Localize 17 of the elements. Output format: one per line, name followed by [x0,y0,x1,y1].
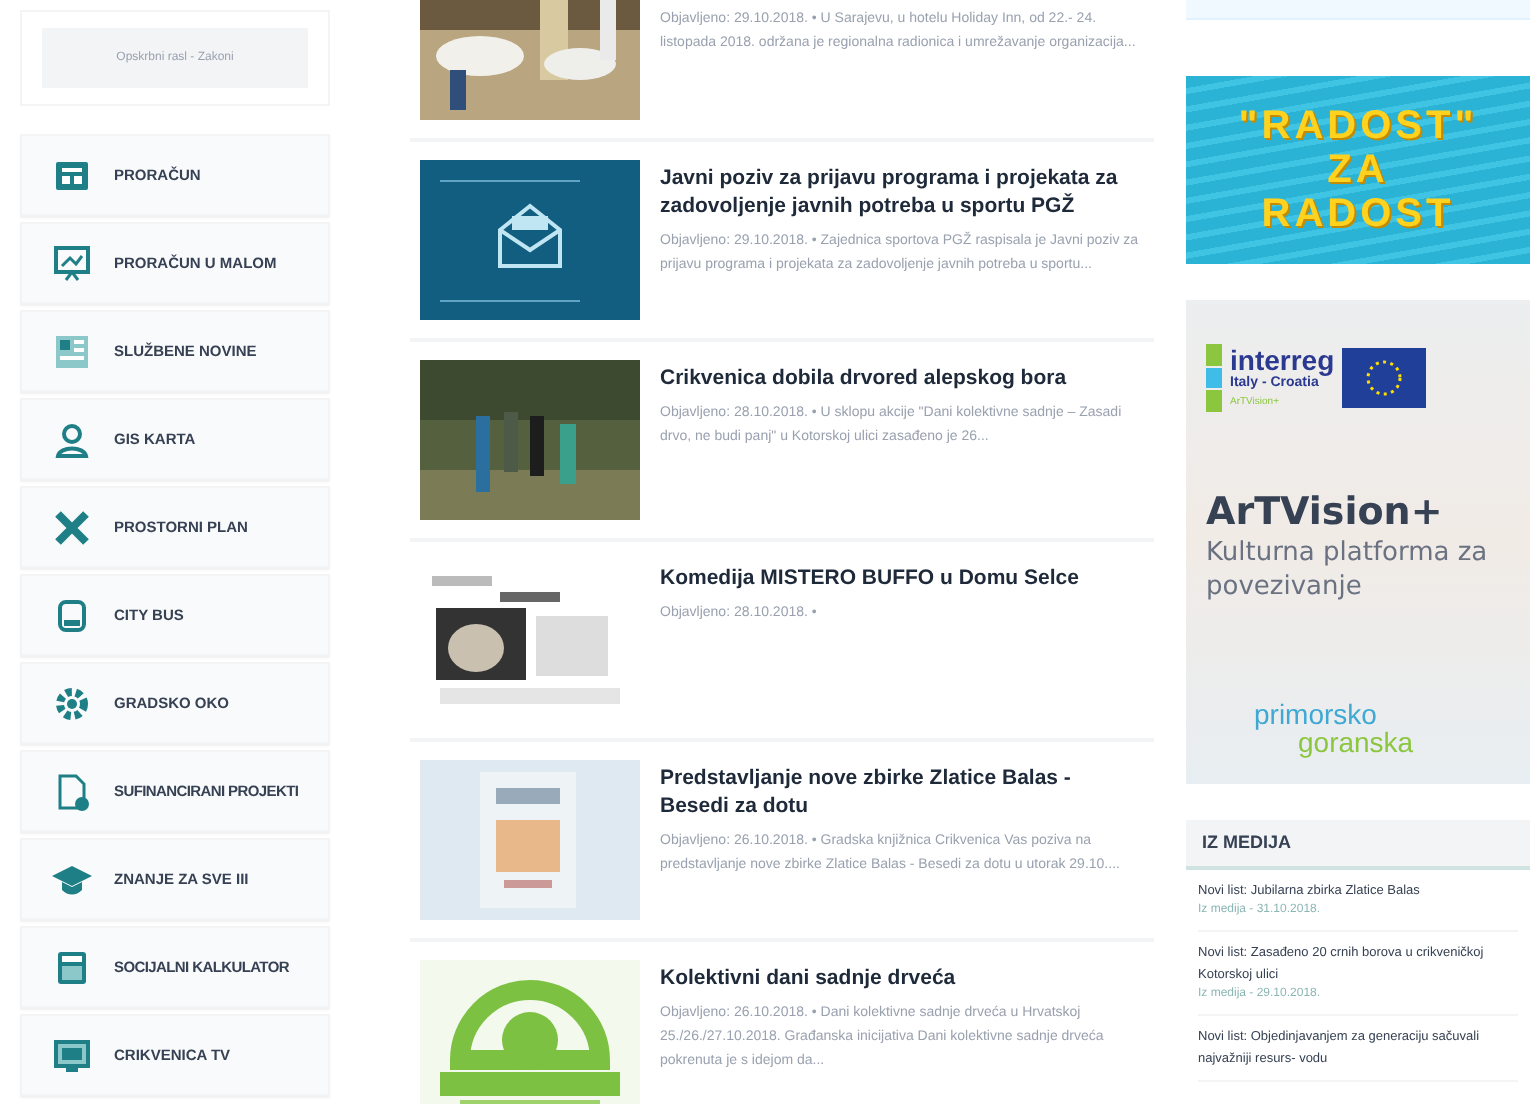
banner-text: "RADOST" [1238,104,1478,148]
banner-title: ArTVision+ [1206,488,1445,536]
banner-text: RADOST [1261,192,1455,236]
banner-text: ZA [1327,148,1389,192]
brand-text: interreg [1230,346,1335,374]
news-title[interactable]: Komedija MISTERO BUFFO u Domu Selce [660,564,1144,592]
news-title[interactable]: Crikvenica dobila drvored alepskog bora [660,364,1144,392]
partner-logo-text: primorsko [1254,700,1379,728]
news-title[interactable]: Kolektivni dani sadnje drveća [660,964,1144,992]
banner-subtitle: Kulturna platforma za povezivanje [1206,536,1490,604]
news-title[interactable]: Javni poziv za prijavu programa i projekata za zadovoljenje javnih potreba u sportu PGŽ [660,164,1144,220]
presentation-board-icon [50,241,94,285]
partner-logo-text: goranska [1298,728,1416,756]
logo-mark-icon [1206,344,1222,412]
section-heading: IZ MEDIJA [1186,820,1530,870]
news-title[interactable]: Predstavljanje nove zbirke Zlatice Balas - Besedi za dotu [660,764,1144,820]
flag-icon [1342,348,1427,408]
